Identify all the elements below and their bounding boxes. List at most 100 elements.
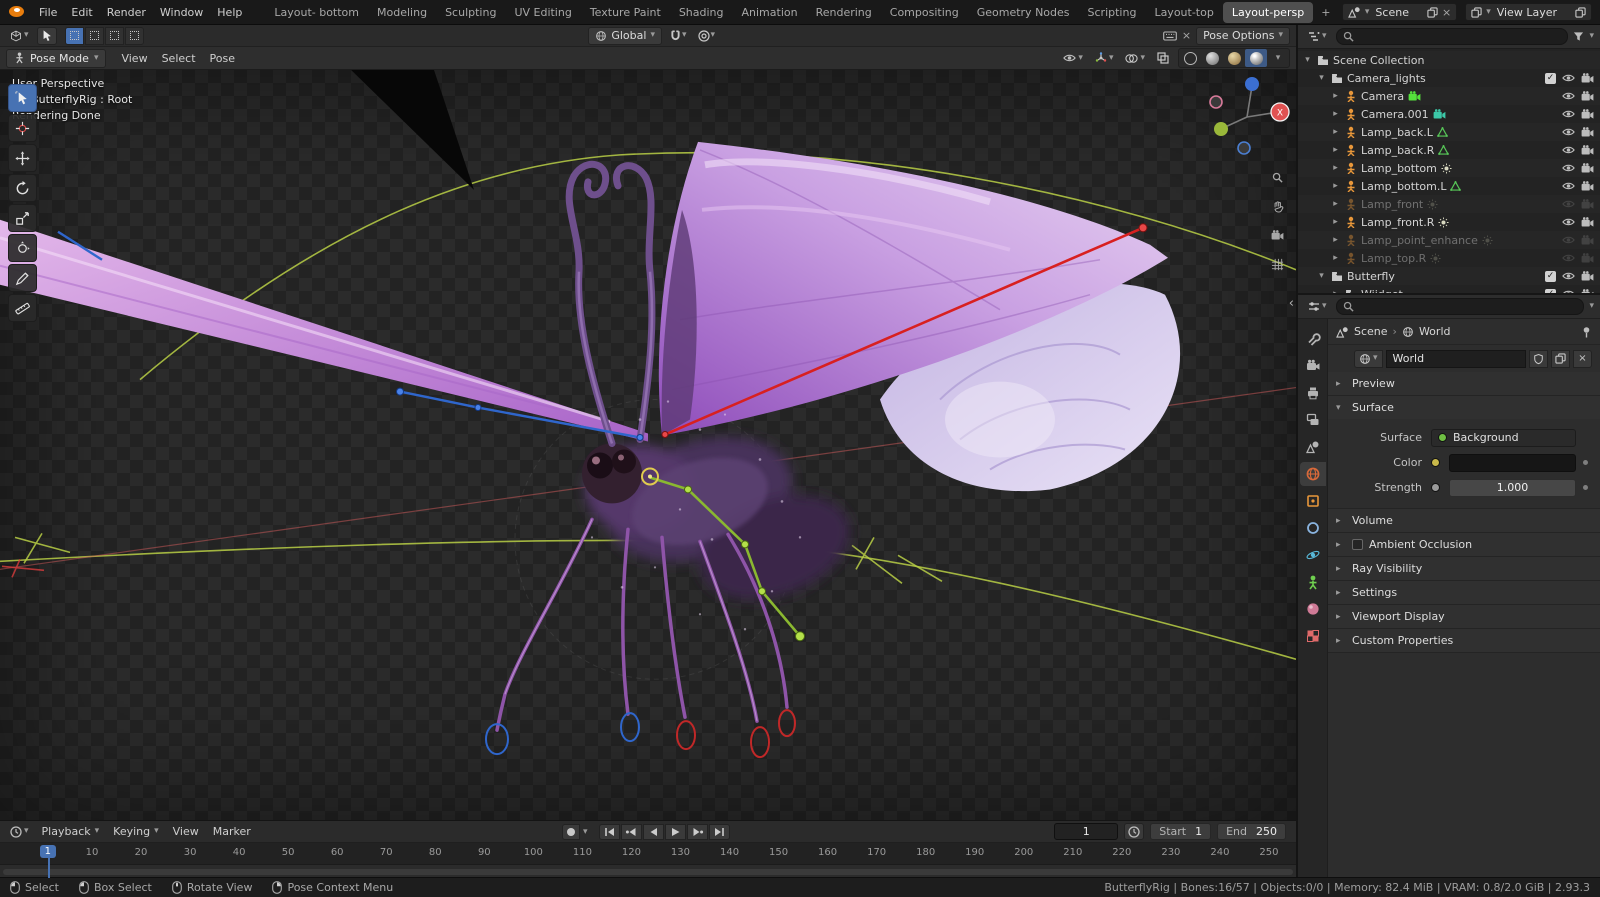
camera-icon[interactable] [1581, 181, 1594, 191]
frame-start-field[interactable]: Start 1 [1150, 823, 1212, 840]
tool-measure[interactable] [8, 294, 37, 322]
outliner-row-camera[interactable]: ▸ Camera [1298, 87, 1600, 105]
checkbox-ambient-occlusion[interactable] [1352, 539, 1363, 550]
tool-cursor[interactable] [8, 114, 37, 142]
outliner-row-lamp-top-r[interactable]: ▸ Lamp_top.R [1298, 249, 1600, 267]
transform-orientation-dropdown[interactable]: Global ▾ [588, 26, 662, 45]
disclosure-closed-icon[interactable]: ▸ [1330, 253, 1341, 263]
eye-icon[interactable] [1562, 235, 1575, 245]
properties-tab-render[interactable] [1300, 354, 1326, 378]
close-icon[interactable]: × [1442, 7, 1451, 18]
eye-icon[interactable] [1562, 289, 1575, 293]
navigation-gizmo[interactable]: X [1202, 72, 1292, 162]
breadcrumb-scene[interactable]: Scene [1354, 325, 1388, 338]
pose-options-dropdown[interactable]: Pose Options ▾ [1196, 26, 1291, 45]
panel-header-settings[interactable]: ▸ Settings [1328, 581, 1600, 604]
disclosure-closed-icon[interactable]: ▸ [1330, 217, 1341, 227]
workspace-tab-texture-paint[interactable]: Texture Paint [581, 2, 670, 23]
camera-icon[interactable] [1581, 127, 1594, 137]
disclosure-closed-icon[interactable]: ▸ [1330, 181, 1341, 191]
outliner-row-lamp-front[interactable]: ▸ Lamp_front [1298, 195, 1600, 213]
gizmo-y-axis[interactable] [1214, 122, 1228, 136]
gizmo-z-axis[interactable] [1245, 77, 1259, 91]
disclosure-closed-icon[interactable]: ▸ [1330, 235, 1341, 245]
editor-type-selector[interactable]: ▾ [6, 29, 33, 43]
disclosure-open-icon[interactable]: ▾ [1316, 271, 1327, 281]
workspace-tab-layout-top[interactable]: Layout-top [1145, 2, 1222, 23]
camera-icon[interactable] [1581, 91, 1594, 101]
eye-icon[interactable] [1562, 271, 1575, 281]
eye-icon[interactable] [1562, 145, 1575, 155]
outliner-row-camera-001[interactable]: ▸ Camera.001 [1298, 105, 1600, 123]
camera-icon[interactable] [1581, 217, 1594, 227]
workspace-tab-layout-persp[interactable]: Layout-persp [1222, 1, 1314, 23]
select-mode-circle[interactable] [104, 26, 124, 45]
shading-options-dropdown[interactable]: ▾ [1267, 49, 1289, 67]
eye-icon[interactable] [1562, 127, 1575, 137]
outliner-row-lamp-front-r[interactable]: ▸ Lamp_front.R [1298, 213, 1600, 231]
timeline-menu-view[interactable]: View [166, 822, 206, 841]
properties-tab-output[interactable] [1300, 381, 1326, 405]
active-tool-button[interactable] [36, 26, 57, 45]
camera-icon[interactable] [1581, 271, 1594, 281]
workspace-tab-uv-editing[interactable]: UV Editing [505, 2, 580, 23]
gizmo-neg-x-axis[interactable] [1209, 95, 1223, 109]
frame-end-field[interactable]: End 250 [1217, 823, 1286, 840]
timeline-menu-playback[interactable]: Playback ▾ [35, 822, 107, 841]
shading-rendered-button[interactable] [1245, 49, 1267, 67]
copy-icon[interactable] [1427, 6, 1438, 18]
tool-scale[interactable] [8, 204, 37, 232]
menu-edit[interactable]: Edit [64, 3, 99, 22]
eye-icon[interactable] [1562, 253, 1575, 263]
camera-icon[interactable] [1581, 235, 1594, 245]
pin-icon[interactable] [1581, 326, 1592, 338]
properties-tab-physics[interactable] [1300, 543, 1326, 567]
jump-end-button[interactable] [708, 824, 730, 840]
disclosure-closed-icon[interactable]: ▸ [1330, 109, 1341, 119]
workspace-tab-sculpting[interactable]: Sculpting [436, 2, 505, 23]
tool-select-box[interactable] [8, 84, 37, 112]
workspace-tab-compositing[interactable]: Compositing [881, 2, 968, 23]
current-frame-field[interactable]: 1 [1054, 823, 1119, 840]
properties-search-input[interactable] [1357, 300, 1578, 313]
nav-zoom-button[interactable] [1266, 166, 1288, 188]
tool-transform[interactable] [8, 234, 37, 262]
menu-file[interactable]: File [32, 3, 64, 22]
add-workspace-button[interactable]: + [1313, 3, 1338, 22]
properties-tab-world[interactable] [1299, 462, 1326, 486]
viewport-3d[interactable]: User Perspective (1) ButterflyRig : Root… [0, 70, 1296, 820]
proportional-editing-toggle[interactable]: ▾ [695, 29, 719, 42]
close-icon[interactable]: × [1182, 30, 1191, 41]
strength-slider[interactable]: 1.000 [1449, 478, 1576, 497]
timeline-scrollbar[interactable] [3, 869, 1293, 875]
timeline-menu-keying[interactable]: Keying ▾ [106, 822, 165, 841]
collection-checkbox[interactable]: ✓ [1545, 270, 1556, 282]
outliner-row-lamp-point-enhance[interactable]: ▸ Lamp_point_enhance [1298, 231, 1600, 249]
disclosure-closed-icon[interactable]: ▸ [1330, 163, 1341, 173]
select-mode-lasso[interactable] [124, 26, 144, 45]
camera-icon[interactable] [1581, 109, 1594, 119]
nav-hand-button[interactable] [1266, 195, 1288, 217]
eye-icon[interactable] [1562, 181, 1575, 191]
eye-icon[interactable] [1562, 199, 1575, 209]
shading-wireframe-button[interactable] [1179, 49, 1201, 67]
overlays-dropdown[interactable]: ▾ [1122, 52, 1148, 65]
timeline-track-area[interactable] [0, 865, 1296, 877]
select-mode-box[interactable] [84, 26, 104, 45]
chevron-down-icon[interactable]: ▾ [1589, 32, 1594, 41]
eye-icon[interactable] [1562, 73, 1575, 83]
outliner-row-wiidget[interactable]: ▸ Wiidget ✓ [1298, 285, 1600, 293]
surface-dropdown[interactable]: Background [1431, 428, 1576, 447]
fake-user-button[interactable] [1529, 349, 1548, 368]
outliner-row-scene-collection[interactable]: ▾ Scene Collection [1298, 51, 1600, 69]
tool-annotate[interactable] [8, 264, 37, 292]
panel-header-viewport-display[interactable]: ▸ Viewport Display [1328, 605, 1600, 628]
camera-icon[interactable] [1581, 289, 1594, 293]
auto-keying-toggle[interactable] [562, 824, 580, 840]
properties-editor-selector[interactable]: ▾ [1304, 300, 1331, 313]
workspace-tab-geometry-nodes[interactable]: Geometry Nodes [968, 2, 1079, 23]
menu-help[interactable]: Help [210, 3, 249, 22]
workspace-tab-rendering[interactable]: Rendering [807, 2, 881, 23]
outliner-row-lamp-bottom-l[interactable]: ▸ Lamp_bottom.L [1298, 177, 1600, 195]
copy-icon[interactable] [1575, 6, 1586, 18]
